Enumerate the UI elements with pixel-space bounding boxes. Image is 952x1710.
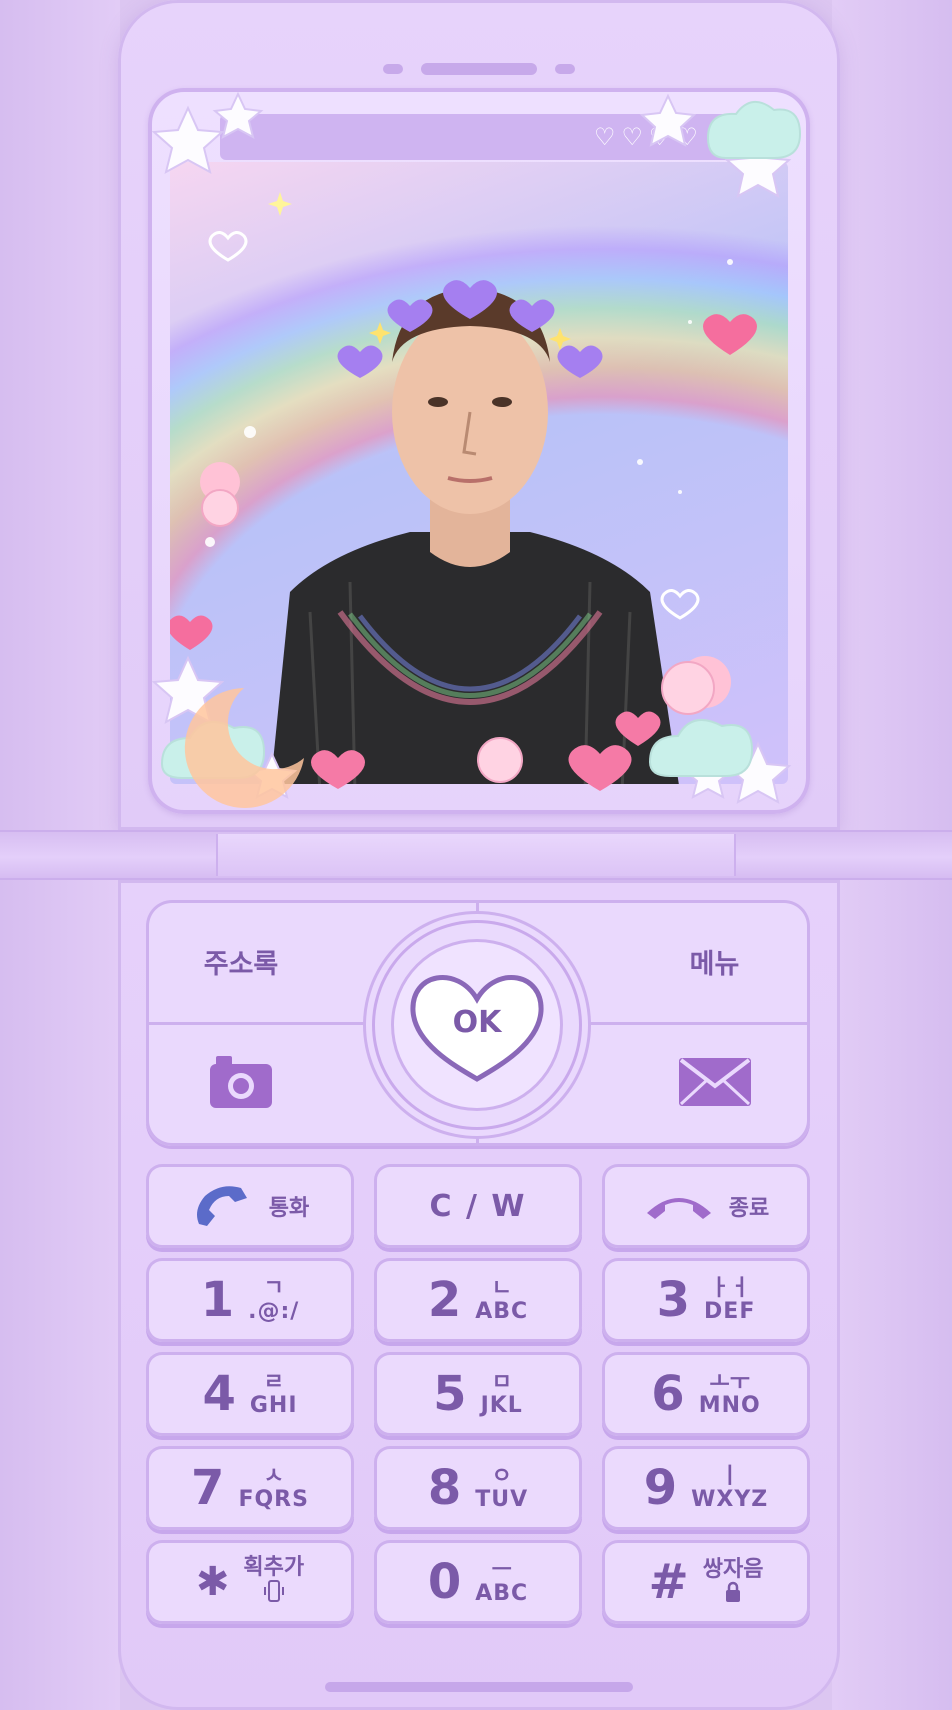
key-digit: # — [648, 1554, 689, 1610]
status-bar: ♡ ♡ ♡ ♡ — [220, 114, 760, 160]
key-hangul: ㅇ — [491, 1463, 512, 1489]
key-digit: 3 — [656, 1272, 691, 1328]
wallpaper-portrait — [270, 280, 679, 784]
key-digit: 4 — [202, 1366, 236, 1422]
key-hangul: ㅣ — [719, 1463, 740, 1489]
key-letters: WXYZ — [691, 1487, 769, 1512]
key-letters: ABC — [475, 1299, 529, 1324]
screen-bezel: ♡ ♡ ♡ ♡ — [148, 88, 810, 814]
key-hangul: ㅡ — [491, 1557, 512, 1583]
key-digit: 5 — [433, 1366, 467, 1422]
key-hangul: ㄴ — [491, 1275, 512, 1301]
key-letters: FQRS — [238, 1487, 309, 1512]
key-letters: GHI — [249, 1393, 298, 1418]
menu-label: 메뉴 — [689, 948, 740, 980]
key-letters: ABC — [475, 1581, 529, 1606]
phone-upper-body: ♡ ♡ ♡ ♡ — [118, 0, 840, 830]
phone-vibrate-icon — [263, 1579, 285, 1609]
key-digit: 6 — [651, 1366, 685, 1422]
heart-icon: ♡ — [648, 123, 671, 151]
key-hangul: ㄹ — [263, 1369, 284, 1395]
end-call-button[interactable]: 종료 — [602, 1164, 810, 1248]
hinge-center — [216, 834, 736, 876]
phone-end-icon — [643, 1191, 715, 1221]
key-letters: DEF — [704, 1299, 756, 1324]
key-letters: JKL — [480, 1393, 523, 1418]
key-hangul: 쌍자음 — [702, 1556, 764, 1582]
key-digit: 2 — [427, 1272, 462, 1328]
speaker-slot — [421, 63, 537, 75]
key-digit: ✱ — [195, 1559, 230, 1605]
key-6[interactable]: 6 ㅗㅜ MNO — [602, 1352, 810, 1436]
sensor-dot — [383, 64, 403, 74]
ok-button[interactable]: OK — [391, 939, 563, 1111]
key-2[interactable]: 2 ㄴ ABC — [374, 1258, 582, 1342]
ok-label: OK — [452, 1005, 502, 1040]
earpiece-speaker — [118, 62, 840, 76]
call-label: 통화 — [268, 1196, 310, 1221]
phone-call-icon — [191, 1184, 255, 1228]
key-hangul: ㄱ — [263, 1275, 284, 1301]
heart-icon: ♡ — [676, 123, 698, 151]
heart-icon: ♡ — [593, 123, 616, 151]
key-hangul: ㅗㅜ — [709, 1369, 750, 1395]
heart-icon: ♡ — [621, 123, 643, 151]
key-3[interactable]: 3 ㅏㅓ DEF — [602, 1258, 810, 1342]
clear-back-button[interactable]: C / W — [374, 1164, 582, 1248]
lock-icon — [724, 1581, 742, 1607]
key-letters: MNO — [698, 1393, 761, 1418]
navigation-cluster: 주소록 메뉴 OK — [146, 900, 810, 1146]
key-hangul: ㅅ — [263, 1463, 284, 1489]
key-hangul: 획추가 — [243, 1554, 305, 1580]
key-hash[interactable]: # 쌍자음 — [602, 1540, 810, 1624]
key-hangul: ㅏㅓ — [709, 1275, 750, 1301]
clear-back-label: C / W — [429, 1188, 527, 1224]
ok-dpad-ring[interactable]: OK — [372, 920, 582, 1130]
key-hangul: ㅁ — [491, 1369, 512, 1395]
key-digit: 8 — [427, 1460, 462, 1516]
end-call-label: 종료 — [728, 1196, 770, 1221]
key-4[interactable]: 4 ㄹ GHI — [146, 1352, 354, 1436]
key-digit: 7 — [191, 1460, 225, 1516]
key-7[interactable]: 7 ㅅ FQRS — [146, 1446, 354, 1530]
key-0[interactable]: 0 ㅡ ABC — [374, 1540, 582, 1624]
contacts-label: 주소록 — [203, 948, 279, 980]
key-1[interactable]: 1 ㄱ .@:/ — [146, 1258, 354, 1342]
phone-lower-body: 주소록 메뉴 OK 통화 C / W 종료 1 ㄱ .@:/ 2 ㄴ ABC 3… — [118, 880, 840, 1710]
key-digit: 9 — [643, 1460, 678, 1516]
key-star[interactable]: ✱ 획추가 — [146, 1540, 354, 1624]
call-button[interactable]: 통화 — [146, 1164, 354, 1248]
envelope-icon — [677, 1056, 753, 1115]
bottom-handle-bar — [325, 1682, 633, 1692]
sensor-dot — [555, 64, 575, 74]
key-digit: 0 — [427, 1554, 462, 1610]
key-letters: .@:/ — [248, 1299, 300, 1324]
key-9[interactable]: 9 ㅣ WXYZ — [602, 1446, 810, 1530]
key-5[interactable]: 5 ㅁ JKL — [374, 1352, 582, 1436]
key-digit: 1 — [200, 1272, 235, 1328]
key-letters: TUV — [475, 1487, 529, 1512]
wallpaper-screen — [170, 162, 788, 784]
camera-icon — [208, 1054, 274, 1117]
key-8[interactable]: 8 ㅇ TUV — [374, 1446, 582, 1530]
